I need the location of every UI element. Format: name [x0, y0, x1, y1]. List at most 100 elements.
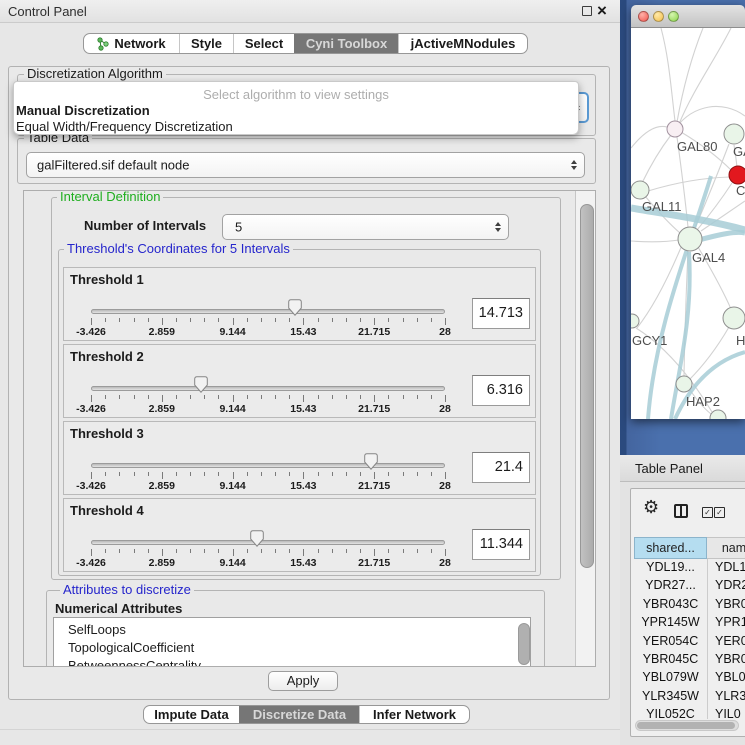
minimize-window-icon[interactable]	[653, 11, 664, 22]
table-cell-name[interactable]: YLR3	[715, 689, 745, 703]
table-cell-name[interactable]: YBR0	[715, 652, 745, 666]
slider-tick	[162, 395, 163, 402]
slider-tick	[261, 395, 262, 399]
numerical-attributes-list: SelfLoopsTopologicalCoefficientBetweenne…	[53, 617, 531, 667]
slider-tick	[261, 318, 262, 322]
table-cell-name[interactable]: YBR0	[715, 597, 745, 611]
threshold-panel-3: Threshold 3-3.4262.8599.14415.4321.71528…	[63, 421, 536, 495]
slider-tick	[233, 472, 234, 479]
network-node-h[interactable]	[723, 307, 745, 329]
slider-thumb[interactable]	[364, 453, 378, 470]
table-row[interactable]: YDL19... YDL1	[634, 560, 745, 578]
slider-thumb[interactable]	[250, 530, 264, 547]
network-node[interactable]	[710, 410, 726, 419]
slider-thumb[interactable]	[288, 299, 302, 316]
close-window-icon[interactable]	[638, 11, 649, 22]
table-cell-name[interactable]: YPR1	[715, 615, 745, 629]
threshold-value-input[interactable]: 6.316	[472, 375, 530, 406]
dropdown-option-equal-width-frequency[interactable]: Equal Width/Frequency Discretization	[16, 119, 233, 134]
slider-track[interactable]	[91, 309, 445, 314]
node-label: HAP2	[686, 394, 720, 409]
table-hscrollbar-track[interactable]	[635, 720, 739, 731]
float-panel-icon[interactable]	[582, 6, 592, 16]
list-item-selfloops[interactable]: SelfLoops	[68, 621, 126, 639]
numerical-attributes-label: Numerical Attributes	[55, 601, 182, 616]
table-cell-shared-name[interactable]: YDL19...	[634, 560, 707, 574]
network-canvas[interactable]: GAL80GACGAL11GAL4GCY1HHAP2	[631, 28, 745, 419]
table-row[interactable]: YLR345W YLR3	[634, 689, 745, 707]
slider-thumb[interactable]	[194, 376, 208, 393]
table-hscrollbar-thumb[interactable]	[637, 722, 735, 729]
checkbox-icon[interactable]: ✓	[714, 507, 725, 518]
slider-tick-label: 15.43	[281, 403, 325, 415]
close-icon[interactable]: ×	[597, 0, 607, 21]
column-layout-icon[interactable]	[674, 504, 688, 518]
dropdown-option-manual-discretization[interactable]: Manual Discretization	[16, 103, 150, 118]
list-item-topologicalcoefficient[interactable]: TopologicalCoefficient	[68, 639, 194, 657]
number-of-intervals-combo[interactable]: 5	[222, 214, 509, 240]
bottom-tab-impute-data[interactable]: Impute Data	[144, 706, 239, 723]
slider-track[interactable]	[91, 540, 445, 545]
network-node-hap2[interactable]	[676, 376, 692, 392]
table-cell-shared-name[interactable]: YBL079W	[634, 670, 707, 684]
table-cell-shared-name[interactable]: YLR345W	[634, 689, 707, 703]
bottom-tab-discretize-data[interactable]: Discretize Data	[239, 706, 359, 723]
list-scrollbar-thumb[interactable]	[518, 623, 530, 665]
slider-tick	[417, 318, 418, 322]
settings-scroll-area: Interval Definition Number of Intervals …	[23, 190, 596, 667]
settings-scrollbar-track[interactable]	[575, 191, 596, 666]
tab-select[interactable]: Select	[233, 34, 294, 53]
tab-network[interactable]: Network	[84, 34, 179, 53]
table-panel-region: Table Panel ⚙ ✓ ✓ shared... name YDL19..…	[620, 455, 745, 745]
slider-tick	[445, 549, 446, 556]
column-header-shared-name[interactable]: shared...	[634, 537, 707, 559]
slider-tick	[218, 549, 219, 553]
zoom-window-icon[interactable]	[668, 11, 679, 22]
slider-track[interactable]	[91, 386, 445, 391]
network-node-c[interactable]	[729, 166, 745, 184]
threshold-value-input[interactable]: 14.713	[472, 298, 530, 329]
table-cell-name[interactable]: YDR2	[715, 578, 745, 592]
network-node-ga[interactable]	[724, 124, 744, 144]
table-cell-name[interactable]: YBL0	[715, 670, 745, 684]
slider-track[interactable]	[91, 463, 445, 468]
list-item-betweennesscentrality[interactable]: BetweennessCentrality	[68, 657, 201, 667]
table-cell-shared-name[interactable]: YPR145W	[634, 615, 707, 629]
tab-jactivemnodules[interactable]: jActiveMNodules	[398, 34, 527, 53]
table-cell-shared-name[interactable]: YDR27...	[634, 578, 707, 592]
table-cell-shared-name[interactable]: YBR043C	[634, 597, 707, 611]
network-node-gal4[interactable]	[678, 227, 702, 251]
threshold-value-input[interactable]: 11.344	[472, 529, 530, 560]
network-icon	[97, 37, 109, 51]
table-row[interactable]: YER054C YER0	[634, 634, 745, 652]
network-node-gal11[interactable]	[631, 181, 649, 199]
table-row[interactable]: YBL079W YBL0	[634, 670, 745, 688]
table-row[interactable]: YBR045C YBR0	[634, 652, 745, 670]
network-node-gcy1[interactable]	[631, 314, 639, 328]
dropdown-prompt: Select algorithm to view settings	[14, 87, 578, 102]
gear-icon[interactable]: ⚙	[643, 497, 659, 518]
checkbox-icon[interactable]: ✓	[702, 507, 713, 518]
slider-tick	[303, 472, 304, 479]
column-header-name[interactable]: name	[707, 537, 745, 559]
threshold-value-input[interactable]: 21.4	[472, 452, 530, 483]
tab-style[interactable]: Style	[179, 34, 233, 53]
table-row[interactable]: YPR145W YPR1	[634, 615, 745, 633]
table-cell-name[interactable]: YDL1	[715, 560, 745, 574]
table-cell-shared-name[interactable]: YER054C	[634, 634, 707, 648]
table-data-combo[interactable]: galFiltered.sif default node	[26, 152, 585, 178]
table-row[interactable]: YBR043C YBR0	[634, 597, 745, 615]
top-tab-bar: NetworkStyleSelectCyni ToolboxjActiveMNo…	[83, 33, 528, 54]
bottom-tab-infer-network[interactable]: Infer Network	[359, 706, 469, 723]
table-row[interactable]: YDR27... YDR2	[634, 578, 745, 596]
slider-tick	[388, 472, 389, 476]
tab-cyni-toolbox[interactable]: Cyni Toolbox	[294, 34, 398, 53]
settings-scrollbar-thumb[interactable]	[580, 204, 594, 568]
table-cell-name[interactable]: YER0	[715, 634, 745, 648]
slider-tick	[91, 549, 92, 556]
table-cell-shared-name[interactable]: YBR045C	[634, 652, 707, 666]
slider-tick	[445, 395, 446, 402]
node-label: GAL11	[642, 199, 682, 214]
network-node-gal80[interactable]	[667, 121, 683, 137]
apply-button[interactable]: Apply	[268, 671, 338, 691]
